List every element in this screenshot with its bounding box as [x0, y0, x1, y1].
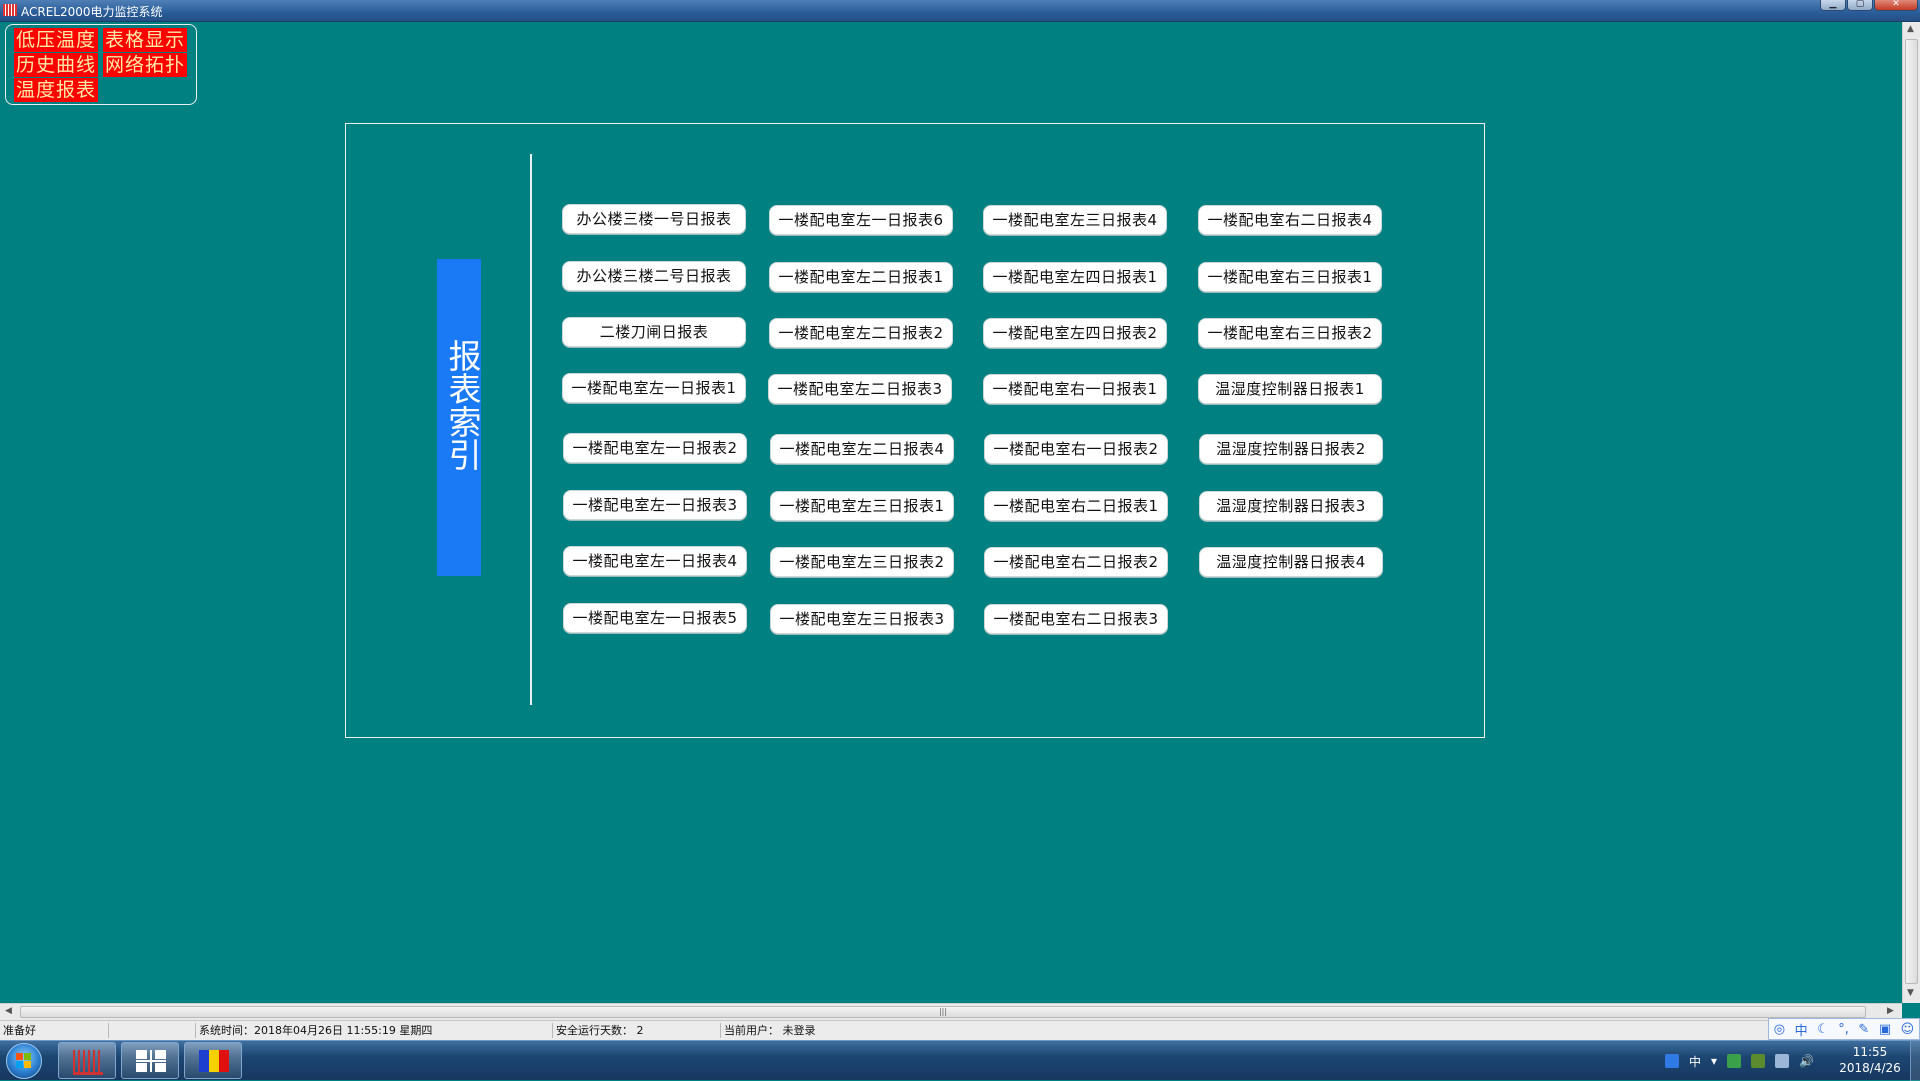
- report-button[interactable]: 一楼配电室右一日报表1: [983, 374, 1167, 404]
- maximize-button[interactable]: ▢: [1847, 0, 1873, 11]
- status-empty-cell: [108, 1023, 195, 1038]
- show-desktop-button[interactable]: [1910, 1041, 1920, 1081]
- quick-nav-panel: 低压温度 表格显示 历史曲线 网络拓扑 温度报表: [5, 24, 197, 105]
- report-button[interactable]: 一楼配电室左二日报表2: [769, 318, 953, 348]
- report-button[interactable]: 温湿度控制器日报表3: [1199, 491, 1383, 521]
- tray-flag-icon[interactable]: [1751, 1054, 1766, 1068]
- nav-button-low-voltage-temp[interactable]: 低压温度: [14, 28, 99, 52]
- ime-search-icon[interactable]: ◎: [1774, 1022, 1785, 1037]
- taskbar-app-flag[interactable]: [184, 1042, 242, 1079]
- clock-time: 11:55: [1852, 1045, 1888, 1059]
- report-button[interactable]: 一楼配电室左四日报表1: [983, 262, 1167, 292]
- clock-date: 2018/4/26: [1839, 1061, 1901, 1075]
- status-current-user: 当前用户： 未登录: [720, 1023, 816, 1038]
- network-grid-icon: [136, 1050, 166, 1072]
- power-monitor-icon: [73, 1050, 103, 1075]
- report-button[interactable]: 二楼刀闸日报表: [562, 317, 746, 347]
- report-button[interactable]: 一楼配电室右二日报表4: [1198, 205, 1382, 235]
- report-button[interactable]: 温湿度控制器日报表2: [1199, 434, 1383, 464]
- taskbar-clock[interactable]: 11:55 2018/4/26: [1830, 1044, 1910, 1076]
- report-button[interactable]: 一楼配电室左三日报表1: [770, 491, 954, 521]
- report-button[interactable]: 办公楼三楼二号日报表: [562, 261, 746, 291]
- nav-button-temperature-report[interactable]: 温度报表: [14, 78, 99, 102]
- report-button[interactable]: 一楼配电室右三日报表1: [1198, 262, 1382, 292]
- ime-toolbar[interactable]: ◎ 中 ☾ °, ✎ ▣ ☺: [1768, 1018, 1920, 1040]
- scroll-right-arrow-icon[interactable]: ▶: [1887, 1006, 1894, 1016]
- vertical-scrollbar[interactable]: ▲ ▼: [1902, 22, 1920, 1003]
- horizontal-scrollbar[interactable]: ◀ ||| ▶: [0, 1003, 1902, 1020]
- report-button[interactable]: 一楼配电室左一日报表4: [563, 546, 747, 576]
- tray-search-icon[interactable]: [1665, 1054, 1679, 1068]
- report-button[interactable]: 一楼配电室左一日报表3: [563, 490, 747, 520]
- report-button[interactable]: 一楼配电室左四日报表2: [983, 318, 1167, 348]
- ime-mode-toggle[interactable]: 中: [1795, 1020, 1808, 1039]
- horizontal-scroll-thumb[interactable]: |||: [20, 1006, 1866, 1018]
- report-button[interactable]: 一楼配电室左二日报表3: [768, 374, 952, 404]
- tray-monitor-icon[interactable]: [1727, 1054, 1742, 1068]
- system-tray: 中 ▾ 🔊: [1665, 1049, 1814, 1073]
- report-button[interactable]: 一楼配电室左一日报表2: [563, 433, 747, 463]
- scroll-left-arrow-icon[interactable]: ◀: [5, 1006, 12, 1016]
- ime-clipboard-icon[interactable]: ▣: [1879, 1022, 1891, 1037]
- report-button[interactable]: 一楼配电室左一日报表6: [769, 205, 953, 235]
- windows-logo-icon: [16, 1053, 32, 1069]
- report-button[interactable]: 办公楼三楼一号日报表: [562, 204, 746, 234]
- window-title-bar[interactable]: ACREL2000电力监控系统 ▁ ▢ ✕: [0, 0, 1920, 22]
- status-ready: 准备好: [3, 1024, 36, 1037]
- report-index-tag: 报表索引: [437, 259, 482, 576]
- report-button[interactable]: 一楼配电室左二日报表4: [770, 434, 954, 464]
- nav-button-network-topology[interactable]: 网络拓扑: [103, 53, 188, 77]
- taskbar-app-network[interactable]: [121, 1042, 179, 1079]
- app-icon: [3, 4, 17, 16]
- taskbar: 中 ▾ 🔊 11:55 2018/4/26: [0, 1040, 1920, 1081]
- report-button[interactable]: 一楼配电室左一日报表5: [563, 603, 747, 633]
- panel-divider: [530, 154, 532, 705]
- tray-network-icon[interactable]: [1775, 1054, 1790, 1068]
- ime-moon-icon[interactable]: ☾: [1817, 1022, 1829, 1037]
- window-title: ACREL2000电力监控系统: [21, 5, 163, 19]
- vertical-scroll-thumb[interactable]: [1905, 39, 1918, 984]
- taskbar-app-power-monitor[interactable]: [58, 1042, 116, 1079]
- report-button[interactable]: 一楼配电室右二日报表1: [984, 491, 1168, 521]
- tricolor-flag-icon: [199, 1050, 229, 1072]
- scroll-down-arrow-icon[interactable]: ▼: [1907, 988, 1914, 998]
- tray-volume-icon[interactable]: 🔊: [1799, 1054, 1814, 1068]
- status-safe-days: 安全运行天数： 2: [552, 1023, 644, 1038]
- ime-smile-icon[interactable]: ☺: [1901, 1022, 1915, 1037]
- report-index-label: 报表索引: [443, 339, 482, 471]
- report-button[interactable]: 一楼配电室左三日报表3: [770, 604, 954, 634]
- scroll-up-arrow-icon[interactable]: ▲: [1907, 24, 1914, 34]
- report-button[interactable]: 一楼配电室左三日报表4: [983, 205, 1167, 235]
- report-button[interactable]: 一楼配电室左一日报表1: [562, 373, 746, 403]
- minimize-button[interactable]: ▁: [1820, 0, 1846, 11]
- close-button[interactable]: ✕: [1874, 0, 1918, 11]
- report-button[interactable]: 一楼配电室左三日报表2: [770, 547, 954, 577]
- ime-wrench-icon[interactable]: ✎: [1858, 1022, 1869, 1037]
- report-button[interactable]: 温湿度控制器日报表1: [1198, 374, 1382, 404]
- report-button[interactable]: 一楼配电室右三日报表2: [1198, 318, 1382, 348]
- status-system-time: 系统时间：2018年04月26日 11:55:19 星期四: [195, 1023, 432, 1038]
- tray-language[interactable]: 中: [1689, 1053, 1701, 1070]
- report-button[interactable]: 一楼配电室右一日报表2: [984, 434, 1168, 464]
- report-button[interactable]: 温湿度控制器日报表4: [1199, 547, 1383, 577]
- report-button[interactable]: 一楼配电室左二日报表1: [769, 262, 953, 292]
- nav-button-history-curve[interactable]: 历史曲线: [14, 53, 99, 77]
- tray-expand-icon[interactable]: ▾: [1711, 1054, 1717, 1068]
- status-bar: 准备好 系统时间：2018年04月26日 11:55:19 星期四 安全运行天数…: [0, 1020, 1920, 1040]
- start-button[interactable]: [6, 1043, 42, 1079]
- report-button[interactable]: 一楼配电室右二日报表3: [984, 604, 1168, 634]
- nav-button-table-display[interactable]: 表格显示: [103, 28, 188, 52]
- ime-punct-icon[interactable]: °,: [1838, 1022, 1849, 1037]
- report-button[interactable]: 一楼配电室右二日报表2: [984, 547, 1168, 577]
